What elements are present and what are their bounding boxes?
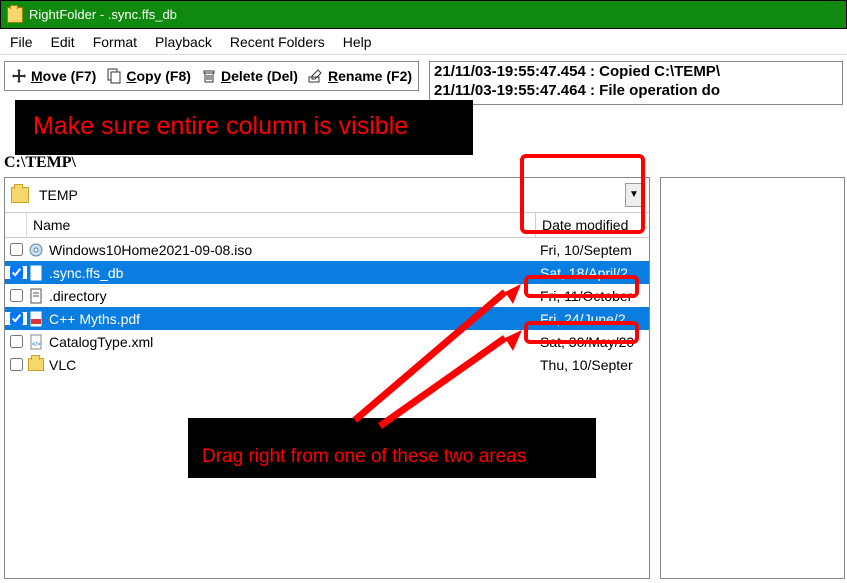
file-date: Sat, 18/April/2 bbox=[536, 265, 649, 281]
menu-playback[interactable]: Playback bbox=[155, 34, 212, 50]
row-checkbox[interactable] bbox=[5, 243, 27, 256]
file-date: Thu, 10/Septer bbox=[536, 357, 649, 373]
file-name: CatalogType.xml bbox=[49, 334, 536, 350]
folder-icon bbox=[11, 187, 29, 203]
menu-format[interactable]: Format bbox=[93, 34, 137, 50]
menu-edit[interactable]: Edit bbox=[51, 34, 75, 50]
file-type-icon bbox=[27, 242, 45, 258]
table-row[interactable]: .sync.ffs_dbSat, 18/April/2 bbox=[5, 261, 649, 284]
file-type-icon: </> bbox=[27, 334, 45, 350]
menu-help[interactable]: Help bbox=[343, 34, 372, 50]
file-name: .sync.ffs_db bbox=[49, 265, 536, 281]
row-checkbox[interactable] bbox=[5, 358, 27, 371]
row-checkbox[interactable] bbox=[5, 289, 27, 302]
rename-button[interactable]: Rename (F2) bbox=[308, 68, 412, 84]
file-type-icon bbox=[27, 265, 45, 281]
header-name[interactable]: Name bbox=[27, 213, 536, 237]
move-button[interactable]: Move (F7) bbox=[11, 68, 96, 84]
header-checkbox-col[interactable] bbox=[5, 213, 27, 237]
move-icon bbox=[11, 68, 27, 84]
file-type-icon bbox=[27, 288, 45, 304]
file-name: .directory bbox=[49, 288, 536, 304]
annotation-top: Make sure entire column is visible bbox=[15, 100, 473, 155]
file-name: Windows10Home2021-09-08.iso bbox=[49, 242, 536, 258]
file-pane: ▼ Name Date modified Windows10Home2021-0… bbox=[4, 177, 650, 579]
table-row[interactable]: </> CatalogType.xmlSat, 30/May/20 bbox=[5, 330, 649, 353]
column-headers: Name Date modified bbox=[5, 212, 649, 238]
breadcrumb[interactable]: C:\TEMP\ bbox=[4, 154, 76, 172]
table-row[interactable]: Windows10Home2021-09-08.isoFri, 10/Septe… bbox=[5, 238, 649, 261]
log-line: 21/11/03-19:55:47.454 : Copied C:\TEMP\ bbox=[434, 63, 838, 82]
log-panel: 21/11/03-19:55:47.454 : Copied C:\TEMP\ … bbox=[429, 61, 843, 105]
app-folder-icon bbox=[7, 7, 23, 23]
preview-pane bbox=[660, 177, 845, 579]
toolbar: Move (F7) Copy (F8) Delete (Del) Rename … bbox=[4, 61, 419, 91]
file-date: Fri, 11/October bbox=[536, 288, 649, 304]
menu-file[interactable]: File bbox=[10, 34, 33, 50]
file-name: C++ Myths.pdf bbox=[49, 311, 536, 327]
menu-recent-folders[interactable]: Recent Folders bbox=[230, 34, 325, 50]
rename-icon bbox=[308, 68, 324, 84]
table-row[interactable]: VLCThu, 10/Septer bbox=[5, 353, 649, 376]
header-date-modified[interactable]: Date modified bbox=[536, 213, 649, 237]
table-row[interactable]: C++ Myths.pdfFri, 24/June/2 bbox=[5, 307, 649, 330]
copy-button[interactable]: Copy (F8) bbox=[106, 68, 191, 84]
title-bar: RightFolder - .sync.ffs_db bbox=[0, 0, 847, 29]
svg-text:</>: </> bbox=[32, 342, 41, 348]
menu-bar: File Edit Format Playback Recent Folders… bbox=[0, 29, 847, 55]
copy-icon bbox=[106, 68, 122, 84]
delete-button[interactable]: Delete (Del) bbox=[201, 68, 298, 84]
log-line: 21/11/03-19:55:47.464 : File operation d… bbox=[434, 82, 838, 101]
file-date: Fri, 10/Septem bbox=[536, 242, 649, 258]
row-checkbox[interactable] bbox=[5, 312, 27, 325]
path-dropdown[interactable]: ▼ bbox=[625, 183, 643, 207]
window-title: RightFolder - .sync.ffs_db bbox=[29, 7, 177, 22]
file-rows: Windows10Home2021-09-08.isoFri, 10/Septe… bbox=[5, 238, 649, 376]
file-date: Sat, 30/May/20 bbox=[536, 334, 649, 350]
file-type-icon bbox=[27, 357, 45, 373]
file-date: Fri, 24/June/2 bbox=[536, 311, 649, 327]
row-checkbox[interactable] bbox=[5, 266, 27, 279]
file-type-icon bbox=[27, 311, 45, 327]
annotation-bottom: Drag right from one of these two areas bbox=[188, 418, 596, 478]
file-name: VLC bbox=[49, 357, 536, 373]
path-input[interactable] bbox=[35, 183, 619, 207]
trash-icon bbox=[201, 68, 217, 84]
path-bar: ▼ bbox=[5, 178, 649, 212]
row-checkbox[interactable] bbox=[5, 335, 27, 348]
table-row[interactable]: .directoryFri, 11/October bbox=[5, 284, 649, 307]
